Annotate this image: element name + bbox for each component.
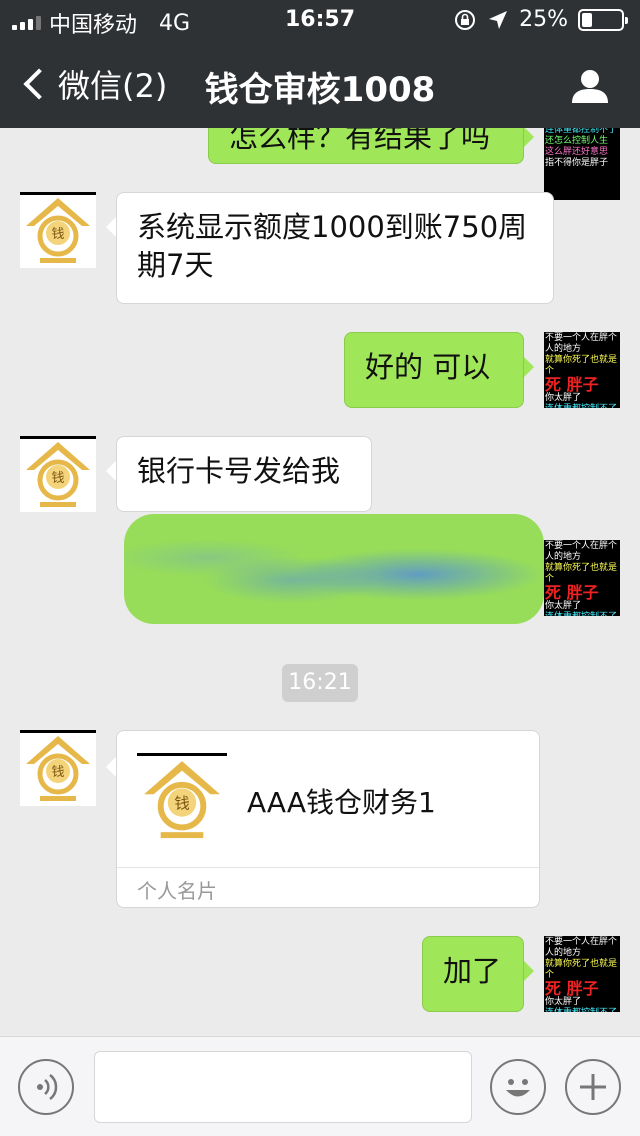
logo-char: 钱 — [174, 794, 189, 812]
contact-avatar[interactable]: 钱 — [20, 436, 96, 512]
contact-avatar[interactable]: 钱 — [20, 192, 96, 268]
sticker-line: 不要一个人在胖个人的地方 — [545, 541, 618, 562]
voice-button[interactable] — [18, 1059, 74, 1115]
contact-avatar[interactable]: 钱 — [20, 730, 96, 806]
sticker-line: 就算你死了也就是个 — [545, 355, 618, 376]
sticker-line: 你太胖了 — [545, 997, 582, 1007]
status-bar: 中国移动 4G 16:57 25% — [0, 0, 640, 40]
sticker-line: 连体重都控制不了 — [545, 612, 619, 616]
card-avatar: 钱 — [137, 753, 227, 845]
nav-bar: 微信(2) 钱仓审核1008 — [0, 40, 640, 128]
chat-area[interactable]: 怎么样？有结果了吗 连体重都控制不了 还怎么控制人生 这么胖还好意思 指不得你是… — [0, 128, 640, 1036]
message-bubble-out[interactable]: 加了 — [422, 936, 534, 1012]
voice-icon — [37, 1074, 58, 1100]
sticker-line: 不要一个人在胖个人的地方 — [545, 937, 618, 958]
battery-fill — [582, 12, 592, 27]
emoji-button[interactable] — [490, 1059, 546, 1115]
chat-title: 钱仓审核1008 — [204, 70, 436, 110]
sticker-line: 你太胖了 — [545, 601, 582, 611]
logo-house-icon: 钱 — [26, 442, 90, 507]
location-arrow-icon — [489, 10, 508, 29]
sticker-line: 就算你死了也就是个 — [545, 959, 618, 980]
more-button[interactable] — [565, 1059, 621, 1115]
logo-char: 钱 — [51, 471, 64, 486]
timestamp-pill: 16:21 — [282, 664, 358, 702]
plus-icon — [580, 1074, 606, 1100]
battery-icon — [578, 8, 628, 31]
message-input[interactable] — [94, 1051, 472, 1123]
logo-house-icon: 钱 — [26, 198, 90, 263]
sticker-line: 就算你死了也就是个 — [545, 563, 618, 584]
logo-house-icon: 钱 — [26, 736, 90, 801]
sticker-line: 死 胖子 — [545, 375, 599, 394]
logo-char: 钱 — [51, 765, 64, 780]
logo-char: 钱 — [51, 227, 64, 242]
input-bar — [0, 1036, 640, 1136]
sticker-line: 连体重都控制不了 — [545, 128, 618, 135]
message-bubble-in[interactable]: 银行卡号发给我 — [106, 436, 372, 512]
message-bubble-out[interactable]: 好的 可以 — [344, 332, 534, 408]
sticker-line: 这么胖还好意思 — [545, 147, 609, 157]
sticker-line: 指不得你是胖子 — [545, 158, 609, 168]
card-contact-name: AAA钱仓财务1 — [247, 786, 436, 819]
profile-icon[interactable] — [570, 68, 610, 104]
message-bubble-in[interactable]: 系统显示额度1000到账750周期7天 — [106, 192, 554, 304]
card-divider — [117, 867, 539, 868]
redacted-message[interactable] — [124, 514, 544, 624]
self-avatar[interactable]: 不要一个人在胖个人的地方 就算你死了也就是个 死 胖子 你太胖了 连体重都控制不… — [544, 936, 620, 1012]
message-text: 加了 — [443, 954, 502, 988]
sticker-line: 连体重都控制不了 — [545, 404, 619, 408]
message-text: 好的 可以 — [365, 350, 491, 384]
sticker-line: 不要一个人在胖个人的地方 — [545, 333, 618, 354]
contact-card[interactable]: 钱 AAA钱仓财务1 个人名片 — [106, 730, 540, 908]
battery-percent: 25% — [519, 7, 568, 32]
self-avatar[interactable]: 不要一个人在胖个人的地方 就算你死了也就是个 死 胖子 你太胖了 连体重都控制不… — [544, 540, 620, 616]
card-type-label: 个人名片 — [137, 879, 217, 903]
rotation-lock-icon — [455, 9, 476, 30]
self-avatar[interactable]: 连体重都控制不了 还怎么控制人生 这么胖还好意思 指不得你是胖子 — [544, 128, 620, 200]
sticker-line: 死 胖子 — [545, 583, 599, 602]
message-text: 系统显示额度1000到账750周期7天 — [137, 210, 528, 282]
sticker-line: 死 胖子 — [545, 979, 599, 998]
sticker-line: 还怎么控制人生 — [545, 136, 609, 146]
message-text: 银行卡号发给我 — [137, 454, 341, 488]
self-avatar[interactable]: 不要一个人在胖个人的地方 就算你死了也就是个 死 胖子 你太胖了 连体重都控制不… — [544, 332, 620, 408]
message-text: 怎么样？有结果了吗 — [229, 128, 491, 154]
sticker-line: 你太胖了 — [545, 393, 582, 403]
message-bubble-out[interactable]: 怎么样？有结果了吗 — [208, 128, 534, 164]
logo-house-icon: 钱 — [144, 761, 220, 839]
sticker-line: 连体重都控制不了 — [545, 1008, 619, 1012]
status-right: 25% — [453, 7, 628, 32]
emoji-icon — [506, 1079, 530, 1097]
